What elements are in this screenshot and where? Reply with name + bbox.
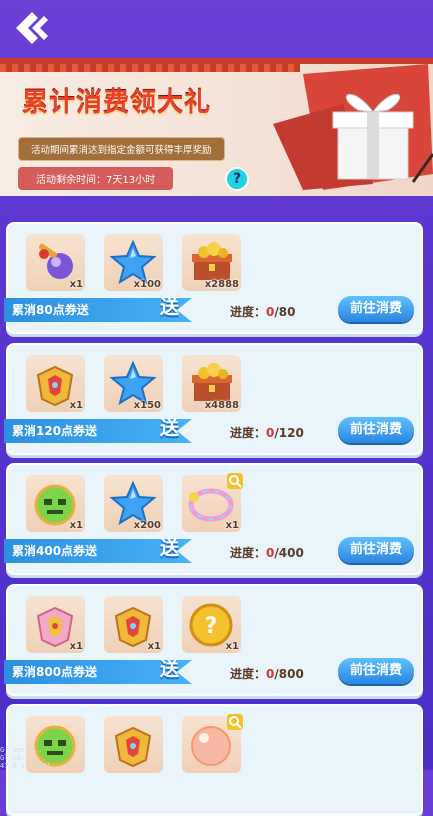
progress-label: 进度： [230,426,267,440]
banner-border-pattern [0,64,300,72]
reward-quantity: x1 [225,520,239,531]
reward-item[interactable]: x1 [26,234,85,291]
reward-quantity: x150 [133,400,161,411]
debug-line: G- vers... [0,746,43,754]
magnifier-icon [227,714,243,730]
reward-items: x1 x100 x2888 [26,234,241,291]
progress-text: 进度：0/80 [230,303,295,320]
reward-item[interactable] [182,714,243,773]
reward-item[interactable]: x200 [104,475,163,532]
debug-overlay: G- vers... Gl ca... 47.9 / 0.021 [0,746,51,770]
send-label: 送 [160,417,180,439]
reward-quantity: x1 [225,641,239,652]
double-chevron-left-icon [16,12,48,44]
reward-items: x1 x150 x4888 [26,355,241,412]
reward-quantity: x1 [69,400,83,411]
reward-quantity: x1 [147,641,161,652]
reward-item[interactable]: ? x1 [182,596,241,653]
progress-total: /400 [274,546,304,560]
progress-label: 进度： [230,546,267,560]
reward-item[interactable]: x150 [104,355,163,412]
reward-item[interactable]: x100 [104,234,163,291]
event-banner: 累计消费领大礼 活动期间累消达到指定金额可获得丰厚奖励 活动剩余时间：7天13小… [0,58,433,196]
gift-box-icon [263,64,433,190]
progress-label: 进度： [230,305,267,319]
progress-total: /800 [274,667,304,681]
back-button[interactable] [10,8,52,48]
reward-item[interactable]: x2888 [182,234,241,291]
progress-total: /80 [274,305,296,319]
tier-card: x1 x1? x1 累消800点券送送进度：0/800 前往消费 [4,584,423,696]
reward-item[interactable]: x1 [26,475,85,532]
magnifier-icon [227,473,243,489]
event-timer: 活动剩余时间：7天13小时 [18,167,174,190]
tier-card: x1 x100 x2888 累消80点券送送进度：0/80 前往消费 [4,222,423,334]
reward-item[interactable]: x1 [104,596,163,653]
send-label: 送 [160,537,180,559]
send-label: 送 [160,658,180,680]
tier-card: x1 x200 x1 累消400点券送送进度：0/400 前往消费 [4,463,423,575]
debug-line: 47.9 / 0.021 [0,762,51,770]
reward-quantity: x2888 [204,279,239,290]
go-consume-button[interactable]: 前往消费 [338,658,414,684]
banner-subtitle: 活动期间累消达到指定金额可获得丰厚奖励 [18,137,225,161]
golden-armor-icon [114,726,152,768]
send-label: 送 [160,296,180,318]
go-consume-button[interactable]: 前往消费 [338,417,414,443]
reward-quantity: x1 [69,641,83,652]
help-button[interactable]: ? [225,167,249,191]
progress-label: 进度： [230,667,267,681]
go-consume-button[interactable]: 前往消费 [338,296,414,322]
reward-item[interactable]: x1 [26,355,85,412]
reward-quantity: x200 [133,520,161,531]
progress-text: 进度：0/400 [230,544,304,561]
reward-quantity: x4888 [204,400,239,411]
debug-line: Gl ca... [0,754,34,762]
progress-text: 进度：0/120 [230,424,304,441]
reward-quantity: x100 [133,279,161,290]
reward-item[interactable]: x1 [182,473,243,532]
tier-card: x1 x150 x4888 累消120点券送送进度：0/120 前往消费 [4,343,423,455]
reward-item[interactable]: x1 [26,596,85,653]
reward-item[interactable]: x4888 [182,355,241,412]
go-consume-button[interactable]: 前往消费 [338,537,414,563]
svg-text:?: ? [205,614,218,639]
reward-quantity: x1 [69,279,83,290]
progress-total: /120 [274,426,304,440]
reward-item[interactable] [104,716,163,773]
progress-text: 进度：0/800 [230,665,304,682]
reward-items [26,714,243,773]
reward-items: x1 x200 x1 [26,473,243,532]
banner-title: 累计消费领大礼 [22,88,212,118]
reward-items: x1 x1? x1 [26,596,241,653]
reward-quantity: x1 [69,520,83,531]
tier-card [6,704,423,816]
